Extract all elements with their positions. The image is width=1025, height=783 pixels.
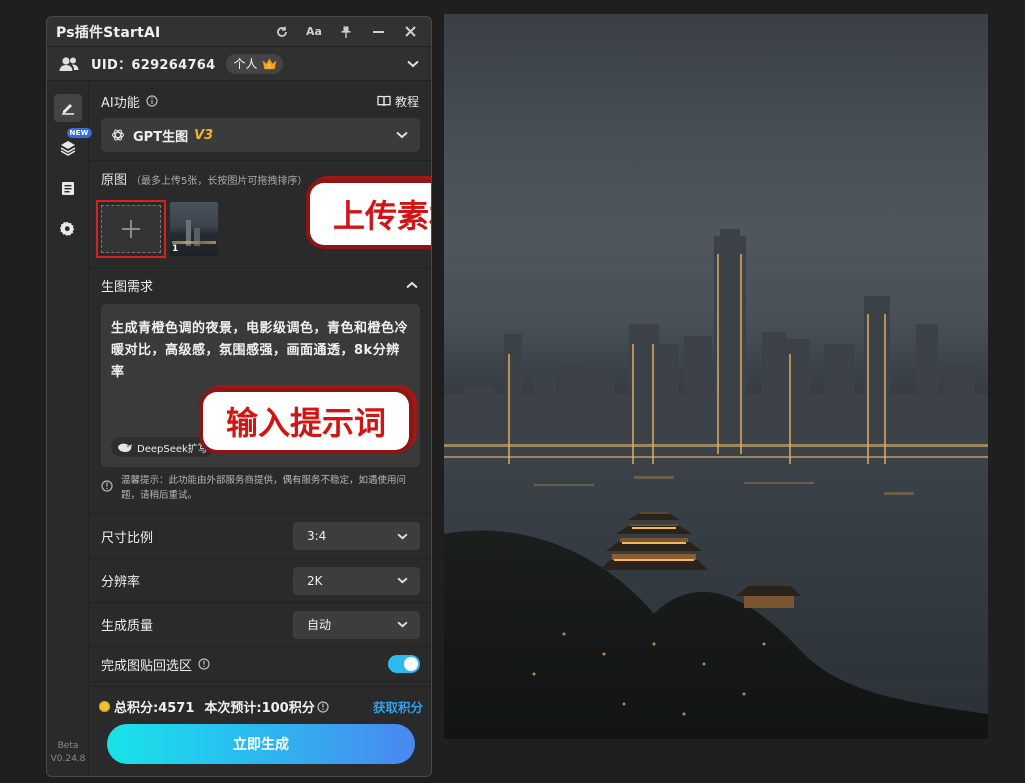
settings-icon: [60, 221, 75, 236]
prompt-text[interactable]: 生成青橙色调的夜景，电影级调色，青色和橙色冷暖对比，高级感，氛围感强，画面通透，…: [111, 318, 410, 384]
coin-icon: [99, 701, 110, 712]
version-info: Beta V0.24.8: [47, 740, 89, 766]
source-image-hint: （最多上传5张，长按图片可拖拽排序）: [131, 176, 308, 187]
crown-icon: 1: [262, 57, 277, 70]
quality-row: 生成质量 自动: [90, 602, 431, 646]
total-points: 总积分:4571: [114, 701, 195, 716]
version-beta: Beta: [57, 741, 79, 751]
deepseek-label: DeepSeek扩写: [137, 443, 208, 455]
font-size-icon[interactable]: Aa: [303, 21, 325, 43]
prompt-callout: 输入提示词: [203, 392, 409, 450]
ratio-label: 尺寸比例: [101, 530, 154, 546]
ratio-row: 尺寸比例 3:4: [90, 514, 431, 558]
info-icon[interactable]: [146, 95, 158, 107]
book-icon: [377, 95, 391, 107]
info-icon: [101, 477, 113, 505]
get-points-link[interactable]: 获取积分: [373, 697, 423, 716]
main-content: AI功能 教程 GPT生图 V3 原图 （最多上传5张，长按图片可拖拽排序） 1…: [90, 82, 431, 776]
info-icon[interactable]: [317, 700, 329, 713]
source-thumbnail[interactable]: 1: [170, 202, 218, 256]
quality-label: 生成质量: [101, 619, 154, 634]
generation-label: 生图需求: [101, 279, 154, 295]
chevron-up-icon[interactable]: [406, 281, 418, 289]
chevron-down-icon[interactable]: [407, 60, 419, 68]
new-badge: NEW: [66, 128, 92, 138]
quality-select[interactable]: 自动: [293, 610, 420, 639]
title-bar: Ps插件StartAI Aa: [47, 17, 431, 47]
chevron-down-icon: [397, 621, 408, 628]
layers-icon: [60, 140, 76, 156]
upload-callout: 上传素材图: [310, 183, 431, 245]
tutorial-link[interactable]: 教程: [377, 93, 419, 110]
upload-image-button[interactable]: [96, 200, 166, 258]
users-icon: [59, 56, 79, 72]
startai-panel: Ps插件StartAI Aa UID：629264764 个人 1 NEW Be…: [46, 16, 432, 777]
paste-back-toggle[interactable]: [388, 655, 420, 673]
info-icon[interactable]: [198, 658, 210, 670]
window-title: Ps插件StartAI: [56, 24, 161, 41]
source-image-label: 原图: [101, 173, 128, 188]
selected-model: GPT生图: [133, 129, 189, 145]
model-version: V3: [194, 127, 214, 143]
plan-label: 个人: [233, 57, 258, 71]
quality-value: 自动: [307, 618, 332, 632]
canvas-photo: [444, 14, 988, 739]
edit-icon: [61, 101, 75, 115]
chevron-down-icon: [396, 131, 408, 139]
plus-icon: [121, 219, 141, 239]
close-icon[interactable]: [399, 21, 421, 43]
ratio-value: 3:4: [307, 529, 327, 543]
resolution-value: 2K: [307, 573, 323, 588]
sidebar: NEW Beta V0.24.8: [47, 82, 92, 776]
resolution-label: 分辨率: [101, 575, 141, 590]
ratio-select[interactable]: 3:4: [293, 522, 420, 550]
generate-button[interactable]: 立即生成: [107, 724, 415, 764]
ai-function-label: AI功能: [101, 95, 140, 111]
sidebar-item-layers[interactable]: NEW: [54, 128, 92, 162]
night-city-image: [444, 229, 988, 739]
chevron-down-icon: [397, 533, 408, 540]
notes-icon: [61, 181, 75, 196]
ai-model-select[interactable]: GPT生图 V3: [101, 118, 420, 152]
chevron-down-icon: [397, 577, 408, 584]
sidebar-item-notes[interactable]: [54, 174, 82, 202]
pin-icon[interactable]: [335, 21, 357, 43]
paste-back-label: 完成图贴回选区: [101, 658, 193, 674]
minimize-icon[interactable]: [367, 21, 389, 43]
deepseek-expand-button[interactable]: DeepSeek扩写: [111, 437, 214, 457]
source-image-section: 原图 （最多上传5张，长按图片可拖拽排序） 1 上传素材图: [90, 161, 431, 268]
prompt-input[interactable]: 生成青橙色调的夜景，电影级调色，青色和橙色冷暖对比，高级感，氛围感强，画面通透，…: [101, 304, 420, 467]
user-id: UID：629264764: [91, 58, 216, 73]
plan-badge: 个人 1: [225, 53, 283, 74]
service-notice: 温馨提示：此功能由外部服务商提供，偶有服务不稳定，如遇使用问题，请稍后重试。: [90, 467, 431, 505]
version-number: V0.24.8: [50, 754, 86, 764]
refresh-icon[interactable]: [271, 21, 293, 43]
notice-text: 温馨提示：此功能由外部服务商提供，偶有服务不稳定，如遇使用问题，请稍后重试。: [121, 475, 407, 501]
cost-estimate: 本次预计:100积分: [204, 701, 315, 716]
ai-function-section: AI功能 教程 GPT生图 V3: [90, 82, 431, 161]
resolution-select[interactable]: 2K: [293, 566, 420, 595]
prompt-callout-text: 输入提示词: [225, 404, 386, 442]
upload-callout-text: 上传素材图: [332, 197, 431, 235]
deepseek-whale-icon: [117, 442, 133, 453]
sidebar-item-settings[interactable]: [54, 214, 82, 242]
paste-back-row: 完成图贴回选区: [90, 646, 431, 682]
resolution-row: 分辨率 2K: [90, 558, 431, 602]
user-bar: UID：629264764 个人 1: [47, 47, 431, 81]
gpt-logo-icon: [111, 128, 125, 142]
generation-section: 生图需求 生成青橙色调的夜景，电影级调色，青色和橙色冷暖对比，高级感，氛围感强，…: [90, 268, 431, 514]
thumbnail-number: 1: [172, 244, 179, 254]
svg-text:1: 1: [267, 64, 270, 70]
footer: 总积分:4571 本次预计:100积分 获取积分 立即生成: [90, 686, 431, 776]
sidebar-item-edit[interactable]: [53, 94, 82, 122]
tutorial-label: 教程: [394, 94, 419, 109]
